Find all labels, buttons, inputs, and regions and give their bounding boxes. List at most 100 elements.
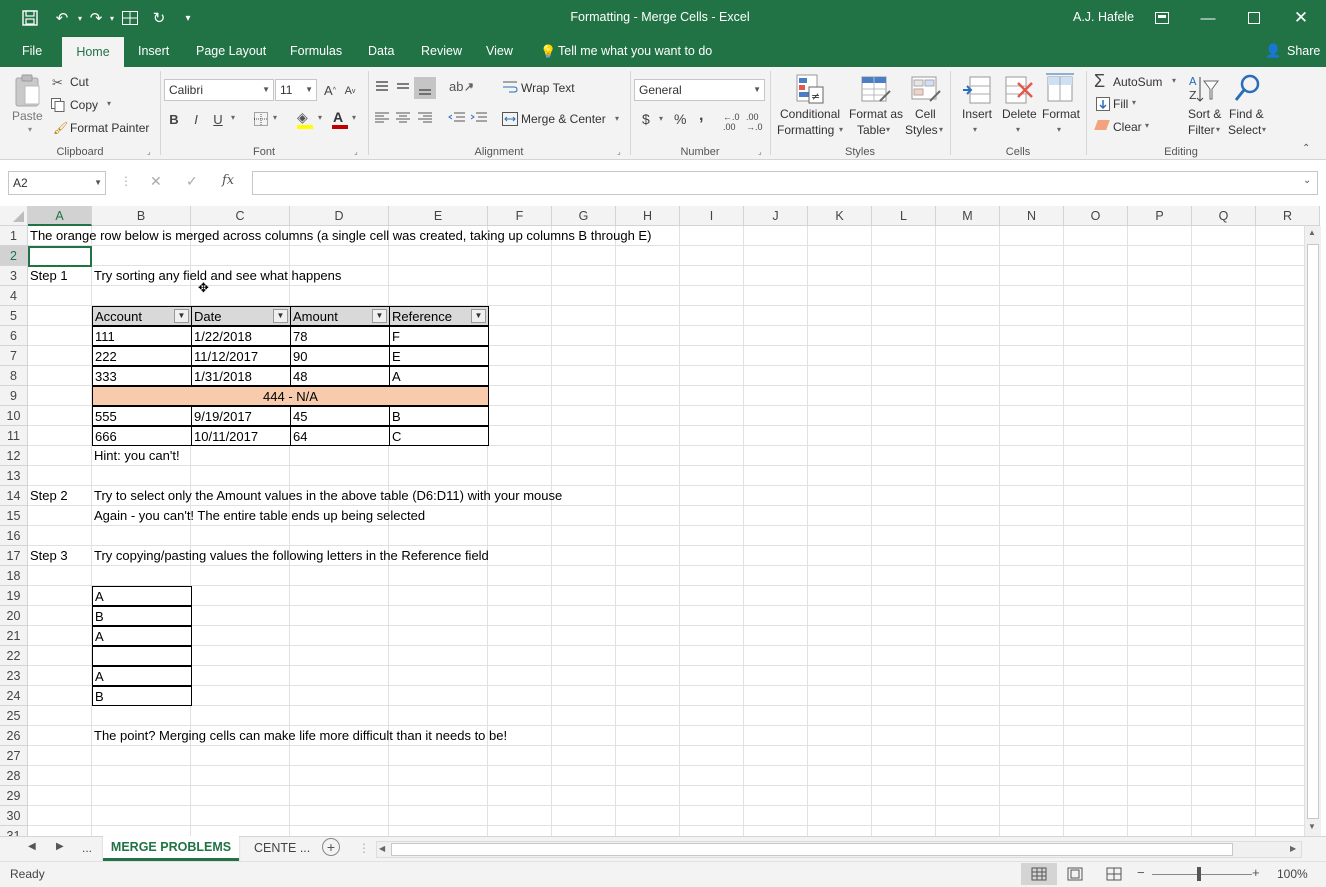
comma-button[interactable]: , — [699, 107, 703, 125]
row-header-8[interactable]: 8 — [0, 366, 28, 386]
close-icon[interactable]: ✕ — [1291, 8, 1311, 28]
table-cell[interactable]: F — [389, 326, 489, 346]
selected-cell-a2[interactable] — [28, 246, 92, 267]
row-header-6[interactable]: 6 — [0, 326, 28, 346]
column-header-e[interactable]: E — [389, 206, 488, 226]
tab-review[interactable]: Review — [413, 36, 470, 67]
page-layout-view-icon[interactable] — [1067, 867, 1083, 884]
scroll-down-icon[interactable]: ▼ — [1308, 822, 1316, 831]
sheet-tab-center[interactable]: CENTE ... — [254, 841, 310, 855]
cell-a1[interactable]: The orange row below is merged across co… — [28, 226, 651, 246]
row-header-12[interactable]: 12 — [0, 446, 28, 466]
table-cell[interactable]: 10/11/2017 — [191, 426, 291, 446]
prev-sheet-icon[interactable]: ◀ — [28, 841, 36, 852]
table-cell[interactable]: 1/31/2018 — [191, 366, 291, 386]
zoom-in-icon[interactable]: + — [1252, 865, 1260, 880]
table-cell[interactable]: E — [389, 346, 489, 366]
align-top-icon[interactable] — [374, 80, 390, 97]
table-header-cell[interactable]: Amount ▼ — [290, 306, 390, 326]
increase-indent-icon[interactable] — [470, 111, 488, 128]
align-bottom-icon[interactable] — [414, 77, 436, 99]
find-select-line2[interactable]: Select — [1228, 123, 1261, 137]
copy-button[interactable]: Copy — [70, 98, 98, 112]
wrap-text-button[interactable]: Wrap Text — [521, 81, 575, 95]
column-header-b[interactable]: B — [92, 206, 191, 226]
borders-dropdown-icon[interactable]: ▾ — [273, 113, 277, 122]
table-cell[interactable]: 222 — [92, 346, 192, 366]
font-launcher-icon[interactable]: ⌟ — [354, 147, 358, 156]
scroll-right-icon[interactable]: ▶ — [1290, 844, 1296, 853]
filter-dropdown-icon[interactable]: ▼ — [471, 309, 486, 323]
cell-styles-icon[interactable] — [910, 73, 942, 108]
decrease-indent-icon[interactable] — [448, 111, 466, 128]
row-header-5[interactable]: 5 — [0, 306, 28, 326]
redo-dropdown-icon[interactable]: ▾ — [102, 8, 122, 28]
format-painter-icon[interactable]: 🖌 — [53, 121, 68, 135]
column-header-h[interactable]: H — [616, 206, 680, 226]
undo-icon[interactable]: ↶ — [52, 8, 72, 28]
row-header-13[interactable]: 13 — [0, 466, 28, 486]
row-header-22[interactable]: 22 — [0, 646, 28, 666]
format-as-table-line1[interactable]: Format as — [849, 107, 903, 121]
fill-button[interactable]: Fill — [1113, 97, 1128, 111]
font-color-icon[interactable]: A — [333, 109, 343, 125]
save-icon[interactable] — [20, 8, 40, 28]
borders-icon[interactable] — [254, 112, 268, 129]
merged-cell-row-9[interactable]: 444 - N/A — [92, 386, 489, 406]
column-header-j[interactable]: J — [744, 206, 808, 226]
format-as-table-icon[interactable] — [860, 73, 892, 108]
table-cell[interactable]: A — [389, 366, 489, 386]
cell-styles-dropdown-icon[interactable]: ▾ — [939, 125, 943, 134]
clipboard-launcher-icon[interactable]: ⌟ — [147, 147, 151, 156]
add-sheet-icon[interactable]: + — [322, 838, 340, 856]
letter-cell[interactable] — [92, 646, 192, 666]
horizontal-scroll-thumb[interactable] — [391, 843, 1233, 856]
row-header-20[interactable]: 20 — [0, 606, 28, 626]
sort-filter-line1[interactable]: Sort & — [1188, 107, 1221, 121]
zoom-out-icon[interactable]: − — [1137, 865, 1145, 880]
cut-icon[interactable]: ✂ — [52, 75, 63, 91]
tab-insert[interactable]: Insert — [130, 36, 177, 67]
tell-me-search[interactable]: Tell me what you want to do — [558, 44, 712, 58]
underline-button[interactable]: U — [209, 109, 227, 129]
row-header-15[interactable]: 15 — [0, 506, 28, 526]
letter-cell[interactable]: A — [92, 626, 192, 646]
table-cell[interactable]: 64 — [290, 426, 390, 446]
merge-dropdown-icon[interactable]: ▾ — [615, 114, 619, 123]
cell-a14[interactable]: Step 2 — [28, 486, 68, 506]
paste-dropdown-icon[interactable]: ▾ — [28, 125, 32, 134]
column-header-r[interactable]: R — [1256, 206, 1320, 226]
scroll-left-icon[interactable]: ◀ — [379, 844, 385, 853]
table-cell[interactable]: 555 — [92, 406, 192, 426]
tab-file[interactable]: File — [14, 36, 50, 67]
zoom-slider-thumb[interactable] — [1197, 867, 1201, 881]
formula-input[interactable] — [252, 171, 1318, 195]
column-header-i[interactable]: I — [680, 206, 744, 226]
font-color-dropdown-icon[interactable]: ▾ — [352, 113, 356, 122]
column-header-k[interactable]: K — [808, 206, 872, 226]
tab-view[interactable]: View — [478, 36, 521, 67]
insert-cells-icon[interactable] — [962, 75, 992, 108]
row-header-3[interactable]: 3 — [0, 266, 28, 286]
row-header-11[interactable]: 11 — [0, 426, 28, 446]
sheet-tab-merge-problems[interactable]: MERGE PROBLEMS — [103, 836, 239, 861]
row-header-31[interactable]: 31 — [0, 826, 28, 836]
column-header-l[interactable]: L — [872, 206, 936, 226]
italic-button[interactable]: I — [187, 109, 205, 129]
tab-data[interactable]: Data — [360, 36, 402, 67]
underline-dropdown-icon[interactable]: ▾ — [231, 113, 235, 122]
conditional-formatting-icon[interactable]: ≠ — [795, 73, 825, 108]
table-header-cell[interactable]: Account ▼ — [92, 306, 192, 326]
table-cell[interactable]: C — [389, 426, 489, 446]
user-name[interactable]: A.J. Hafele — [1073, 10, 1134, 24]
scroll-up-icon[interactable]: ▲ — [1308, 228, 1316, 237]
merge-center-button[interactable]: Merge & Center — [521, 112, 606, 126]
column-header-q[interactable]: Q — [1192, 206, 1256, 226]
paste-label[interactable]: Paste — [12, 109, 43, 123]
font-name-select[interactable]: Calibri ▼ — [164, 79, 274, 101]
fill-dropdown-icon[interactable]: ▾ — [1132, 98, 1136, 107]
currency-dropdown-icon[interactable]: ▾ — [659, 114, 663, 123]
letter-cell[interactable]: A — [92, 586, 192, 606]
autosum-icon[interactable]: Σ — [1094, 71, 1105, 92]
row-header-26[interactable]: 26 — [0, 726, 28, 746]
